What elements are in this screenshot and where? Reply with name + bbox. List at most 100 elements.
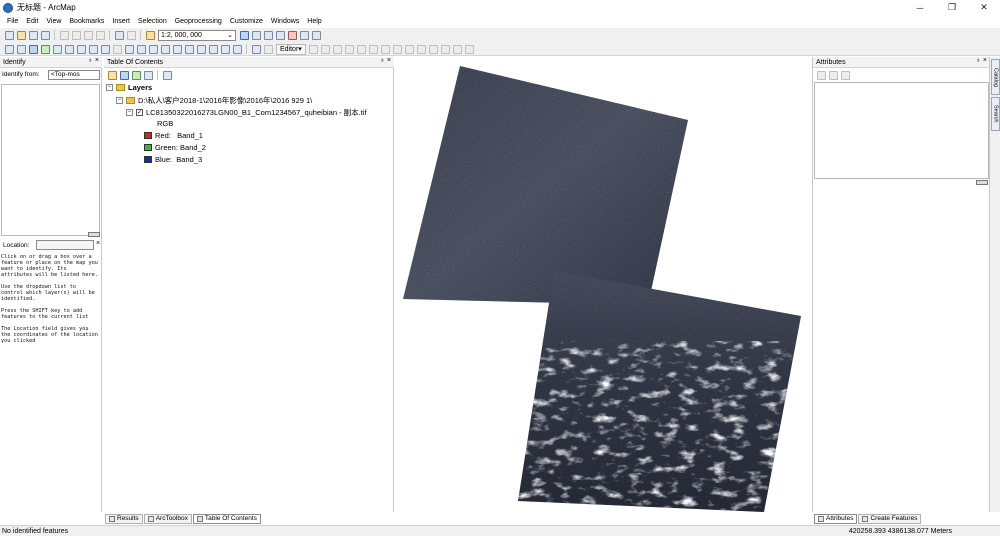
layer-visibility-checkbox[interactable]: ✓ [136,109,143,116]
create-features-icon[interactable] [465,44,475,54]
menu-bookmarks[interactable]: Bookmarks [65,18,108,25]
identify-from-select[interactable]: <Top-mos [48,70,100,80]
find-binoculars-icon[interactable] [184,44,194,54]
raster-layer[interactable]: − ✓ LC81350322016273LGN00_B1_Com1234567_… [126,107,367,118]
delete-icon[interactable] [95,30,105,40]
straight-segment-icon[interactable] [333,44,343,54]
menu-view[interactable]: View [42,18,65,25]
point-icon[interactable] [369,44,379,54]
paste-icon[interactable] [83,30,93,40]
zoom-in-icon[interactable] [4,44,14,54]
fixed-zoom-in-icon[interactable] [52,44,62,54]
red-swatch[interactable] [144,132,152,139]
layout-view-icon[interactable] [251,44,261,54]
pin-close-icon[interactable]: ♁ × [976,57,987,64]
editor-toolbar-icon[interactable] [239,30,249,40]
collapse-icon[interactable]: − [126,109,133,116]
fixed-zoom-out-icon[interactable] [64,44,74,54]
cut-icon[interactable] [59,30,69,40]
create-viewer-icon[interactable] [232,44,242,54]
copy-icon[interactable] [71,30,81,40]
menu-help[interactable]: Help [303,18,325,25]
tab-table-of-contents[interactable]: Table Of Contents [192,513,261,524]
options-icon[interactable] [840,70,850,80]
go-to-xy-icon[interactable] [208,44,218,54]
toc-options-icon[interactable] [162,70,172,80]
blue-swatch[interactable] [144,156,152,163]
cut-polygons-icon[interactable] [405,44,415,54]
rotate-icon[interactable] [429,44,439,54]
back-arrow-icon[interactable] [76,44,86,54]
reshape-icon[interactable] [393,44,403,54]
catalog-tab[interactable]: Catalog [991,59,1000,95]
clear-selection-icon[interactable] [112,44,122,54]
python-window-icon[interactable] [299,30,309,40]
map-scale-combobox[interactable]: 1:2, 000, 000 ⌄ [158,29,236,41]
list-by-visibility-icon[interactable] [131,70,141,80]
hyperlink-icon[interactable] [148,44,158,54]
arctoolbox-icon[interactable] [287,30,297,40]
full-extent-icon[interactable] [40,44,50,54]
sort-icon[interactable] [816,70,826,80]
menu-insert[interactable]: Insert [108,18,134,25]
select-features-icon[interactable] [100,44,110,54]
menu-geoprocessing[interactable]: Geoprocessing [171,18,226,25]
pan-icon[interactable] [28,44,38,54]
splitter-handle[interactable] [88,232,100,237]
edit-tool-icon[interactable] [309,44,319,54]
menu-selection[interactable]: Selection [134,18,171,25]
data-view-icon[interactable] [263,44,273,54]
time-slider-icon[interactable] [220,44,230,54]
edit-annotation-icon[interactable] [321,44,331,54]
identify-results-tree[interactable] [1,84,100,236]
menu-customize[interactable]: Customize [226,18,267,25]
close-button[interactable]: ✕ [968,0,1000,15]
html-popup-icon[interactable] [160,44,170,54]
split-icon[interactable] [417,44,427,54]
green-swatch[interactable] [144,144,152,151]
add-data-icon[interactable] [145,30,155,40]
edit-vertices-icon[interactable] [381,44,391,54]
attributes-list[interactable] [814,82,989,179]
pin-close-icon[interactable]: ♁ × [88,57,99,64]
trace-icon[interactable] [357,44,367,54]
search-window-icon[interactable] [275,30,285,40]
location-field[interactable] [36,240,94,250]
collapse-icon[interactable]: − [116,97,123,104]
pin-close-icon[interactable]: ♁ × [380,57,391,64]
save-icon[interactable] [28,30,38,40]
attributes-icon[interactable] [441,44,451,54]
undo-icon[interactable] [114,30,124,40]
list-by-source-icon[interactable] [119,70,129,80]
end-point-arc-icon[interactable] [345,44,355,54]
new-document-icon[interactable] [4,30,14,40]
print-icon[interactable] [40,30,50,40]
folder-group[interactable]: − D:\私人\客户2018-1\2016年影像\2016年\2016 929 … [116,95,312,106]
menu-edit[interactable]: Edit [22,18,42,25]
modelbuilder-icon[interactable] [311,30,321,40]
menu-file[interactable]: File [3,18,22,25]
close-icon[interactable]: × [96,240,100,247]
tab-arctoolbox[interactable]: ArcToolbox [143,513,192,524]
filter-icon[interactable] [828,70,838,80]
list-by-drawing-order-icon[interactable] [107,70,117,80]
layers-dataframe[interactable]: − Layers [106,83,152,92]
table-of-contents-icon[interactable] [251,30,261,40]
menu-windows[interactable]: Windows [267,18,303,25]
identify-icon[interactable] [136,44,146,54]
zoom-out-icon[interactable] [16,44,26,54]
tab-attributes[interactable]: Attributes [814,513,858,524]
search-tab[interactable]: Search [991,97,1000,131]
maximize-button[interactable]: ❐ [936,0,968,15]
tab-create-features[interactable]: Create Features [858,513,922,524]
list-by-selection-icon[interactable] [143,70,153,80]
splitter-handle[interactable] [976,180,988,185]
forward-arrow-icon[interactable] [88,44,98,54]
sketch-properties-icon[interactable] [453,44,463,54]
tab-results[interactable]: Results [105,513,143,524]
catalog-window-icon[interactable] [263,30,273,40]
measure-icon[interactable] [172,44,182,54]
find-route-icon[interactable] [196,44,206,54]
select-elements-icon[interactable] [124,44,134,54]
editor-menu-button[interactable]: Editor▾ [276,43,306,55]
